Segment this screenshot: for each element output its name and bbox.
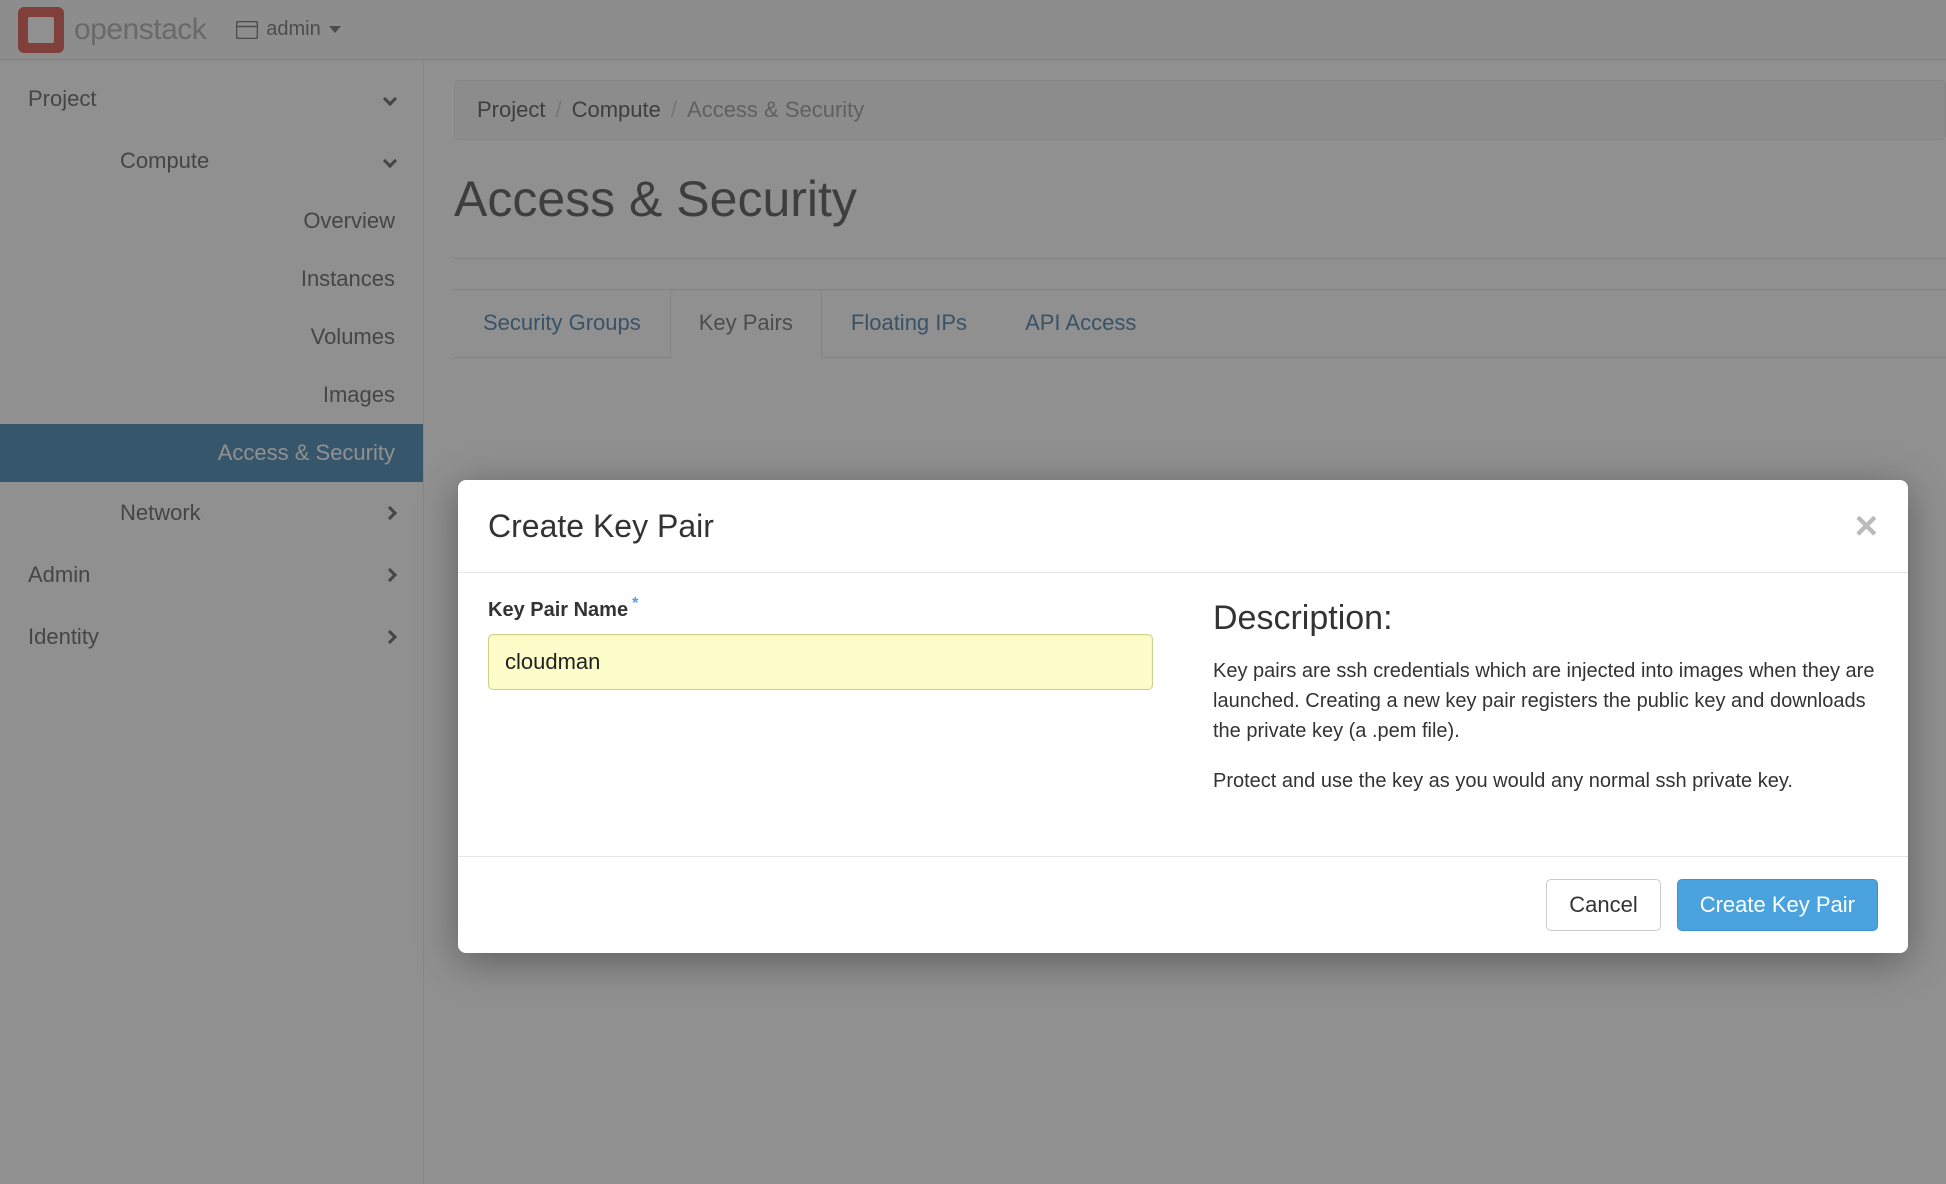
key-pair-name-label: Key Pair Name * [488,599,638,622]
key-pair-name-input[interactable] [488,634,1153,690]
create-key-pair-modal: Create Key Pair × Key Pair Name * Descri… [458,480,1908,953]
modal-header: Create Key Pair × [458,480,1908,573]
description-heading: Description: [1213,599,1878,638]
description-text-1: Key pairs are ssh credentials which are … [1213,656,1878,746]
modal-footer: Cancel Create Key Pair [458,857,1908,953]
required-star-icon: * [632,595,638,618]
cancel-button[interactable]: Cancel [1546,879,1660,931]
close-icon[interactable]: × [1855,506,1878,546]
label-text: Key Pair Name [488,599,628,622]
create-key-pair-button[interactable]: Create Key Pair [1677,879,1878,931]
modal-form: Key Pair Name * [488,599,1153,816]
description-text-2: Protect and use the key as you would any… [1213,766,1878,796]
modal-description: Description: Key pairs are ssh credentia… [1213,599,1878,816]
modal-body: Key Pair Name * Description: Key pairs a… [458,573,1908,857]
modal-title: Create Key Pair [488,508,714,545]
